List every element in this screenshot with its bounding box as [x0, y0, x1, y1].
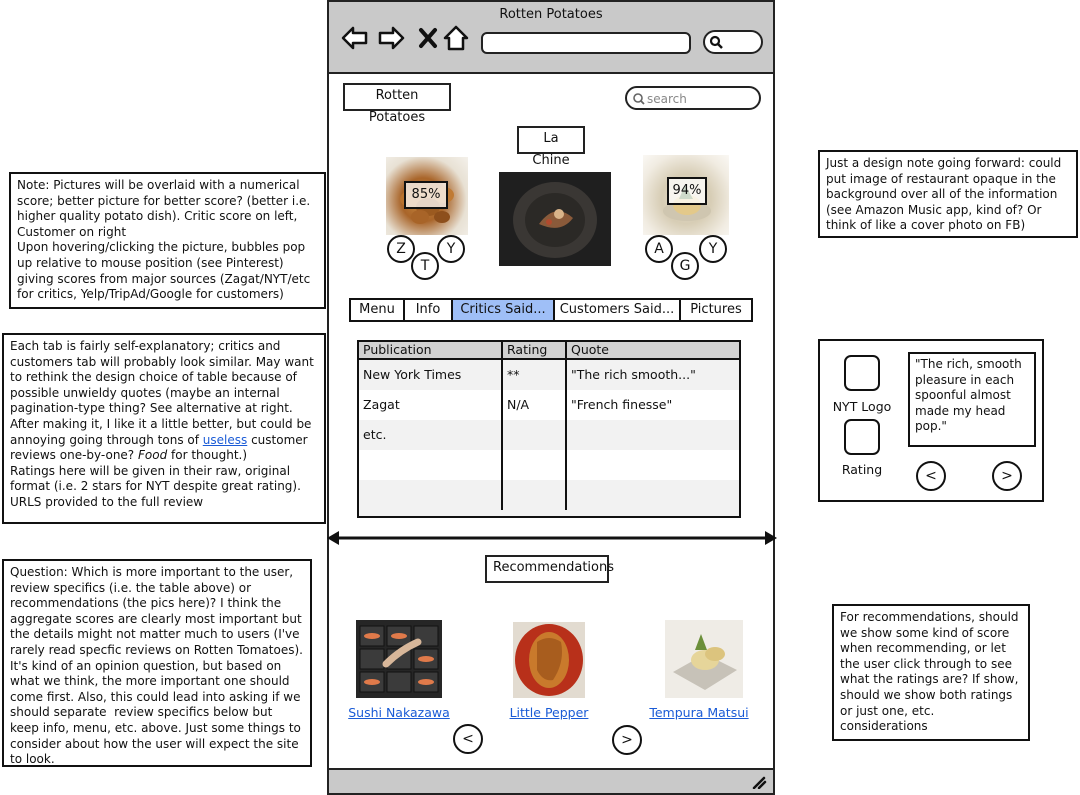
plated-dish-image [499, 172, 611, 266]
alt-review-card: NYT Logo Rating "The rich, smooth pleasu… [818, 339, 1044, 502]
reviews-table: Publication Rating Quote New York Times … [357, 340, 741, 518]
cell-quote: "The rich smooth..." [571, 367, 696, 382]
note-design-background: Just a design note going forward: could … [818, 150, 1078, 238]
customer-bubble-g[interactable]: G [671, 252, 699, 280]
header-rating: Rating [503, 342, 567, 358]
rec-link-little-pepper[interactable]: Little Pepper [497, 705, 601, 720]
nyt-logo-placeholder [844, 355, 880, 391]
alt-prev-button[interactable]: < [916, 461, 946, 491]
table-row[interactable]: Zagat N/A "French finesse" [359, 390, 739, 420]
table-row[interactable]: etc. [359, 420, 739, 450]
table-header: Publication Rating Quote [359, 342, 739, 360]
site-logo[interactable]: Rotten Potatoes [343, 83, 451, 125]
status-bar [329, 768, 773, 793]
rec-link-tempura-matsui[interactable]: Tempura Matsui [647, 705, 751, 720]
note-tabs-text-a: Each tab is fairly self-explanatory; cri… [10, 339, 318, 447]
critic-score: 85% [404, 181, 448, 209]
rec-next-button[interactable]: > [612, 725, 642, 755]
cell-publication [359, 480, 503, 510]
cell-quote: "French finesse" [571, 397, 673, 412]
alt-quote: "The rich, smooth pleasure in each spoon… [908, 352, 1036, 447]
forward-icon[interactable] [377, 24, 405, 52]
customer-bubble-a[interactable]: A [645, 235, 673, 263]
browser-window: Rotten Potatoes Rotten Potatoes search L… [327, 0, 775, 795]
resize-handle-icon[interactable] [751, 775, 767, 789]
tempura-image [665, 620, 743, 698]
cell-publication [359, 450, 503, 480]
cell-quote [567, 480, 739, 510]
rec-photo-sushi[interactable] [356, 620, 442, 698]
cell-rating: ** [503, 360, 567, 390]
tab-info[interactable]: Info [405, 300, 453, 320]
restaurant-photo[interactable] [499, 172, 611, 266]
customer-bubble-y[interactable]: Y [699, 235, 727, 263]
tab-bar: Menu Info Critics Said... Customers Said… [349, 298, 753, 322]
cell-rating [503, 450, 567, 480]
tab-pictures[interactable]: Pictures [681, 300, 751, 320]
header-quote: Quote [571, 342, 610, 357]
restaurant-name: La Chine [517, 126, 585, 168]
browser-search-field[interactable] [703, 30, 763, 54]
header-publication: Publication [359, 342, 503, 358]
cell-rating [503, 420, 567, 450]
critic-bubble-y[interactable]: Y [437, 235, 465, 263]
search-placeholder: search [647, 92, 687, 106]
recommendations-title: Recommendations [485, 555, 614, 583]
note-tabs-link[interactable]: useless [203, 433, 247, 447]
section-divider-arrow [327, 531, 777, 545]
tab-customers[interactable]: Customers Said... [555, 300, 681, 320]
nyt-logo-label: NYT Logo [832, 399, 892, 414]
cell-publication: etc. [359, 420, 503, 450]
cell-quote [567, 420, 739, 450]
cell-publication: Zagat [359, 390, 503, 420]
browser-chrome: Rotten Potatoes [329, 2, 773, 74]
table-row [359, 450, 739, 480]
rec-photo-little-pepper[interactable] [513, 622, 585, 698]
cell-publication: New York Times [359, 360, 503, 390]
rating-placeholder [844, 419, 880, 455]
customer-photo[interactable]: 94% [643, 155, 729, 235]
home-icon[interactable] [442, 24, 470, 52]
critic-photo[interactable]: 85% [386, 157, 468, 235]
url-bar[interactable] [481, 32, 691, 54]
stop-icon[interactable] [415, 24, 443, 52]
alt-next-button[interactable]: > [992, 461, 1022, 491]
cell-rating [503, 480, 567, 510]
note-recommendations-question: Question: Which is more important to the… [2, 559, 312, 767]
back-icon[interactable] [341, 24, 369, 52]
window-title: Rotten Potatoes [499, 7, 603, 22]
cell-quote [567, 450, 739, 480]
note-recommendation-scores: For recommendations, should we show some… [832, 604, 1030, 741]
rec-link-sushi-nakazawa[interactable]: Sushi Nakazawa [347, 705, 451, 720]
table-row[interactable]: New York Times ** "The rich smooth..." [359, 360, 739, 390]
note-tabs: Each tab is fairly self-explanatory; cri… [2, 333, 326, 524]
fish-dish-image [513, 622, 585, 698]
customer-score: 94% [667, 177, 707, 205]
rec-photo-tempura[interactable] [665, 620, 743, 698]
rec-prev-button[interactable]: < [453, 724, 483, 754]
search-icon [633, 93, 645, 105]
note-scores: Note: Pictures will be overlaid with a n… [9, 172, 326, 309]
tab-menu[interactable]: Menu [351, 300, 405, 320]
tab-critics[interactable]: Critics Said... [453, 300, 555, 320]
site-search-input[interactable]: search [625, 86, 761, 110]
table-row [359, 480, 739, 510]
critic-bubble-t[interactable]: T [411, 252, 439, 280]
note-tabs-italic: Food [138, 448, 168, 463]
search-icon [709, 35, 723, 49]
rating-label: Rating [841, 462, 883, 477]
cell-rating: N/A [503, 390, 567, 420]
critic-bubble-z[interactable]: Z [387, 235, 415, 263]
sushi-image [356, 620, 442, 698]
